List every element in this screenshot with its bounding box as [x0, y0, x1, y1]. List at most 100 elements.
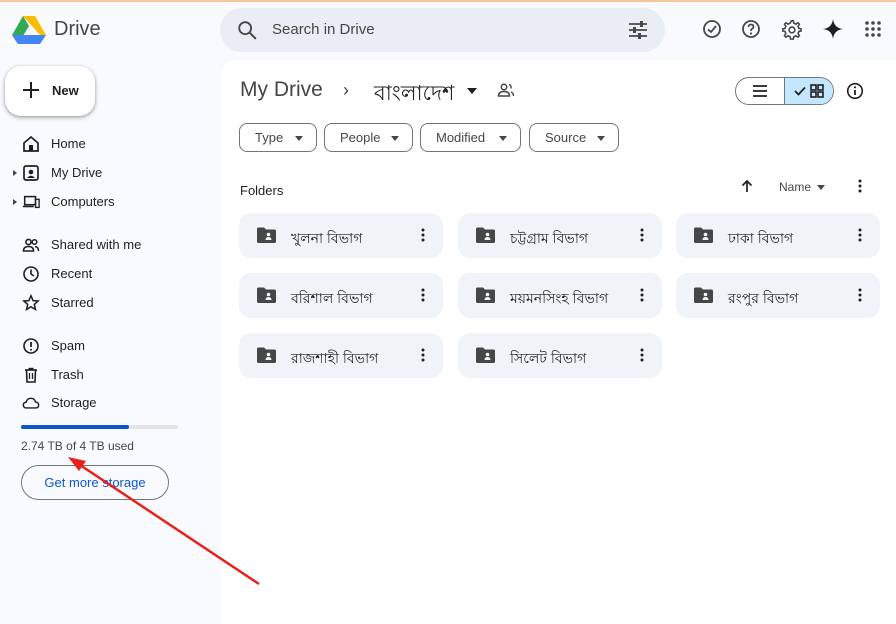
more-vertical-icon[interactable]: [634, 287, 650, 303]
expand-caret-icon[interactable]: [12, 168, 18, 178]
storage-usage-text: 2.74 TB of 4 TB used: [21, 439, 134, 453]
sidebar-item-recent[interactable]: Recent: [10, 262, 210, 286]
more-vertical-icon[interactable]: [852, 287, 868, 303]
folder-card[interactable]: চট্টগ্রাম বিভাগ: [458, 213, 662, 258]
filter-label: Source: [545, 130, 587, 145]
list-icon: [753, 85, 767, 97]
shared-icon: [22, 238, 40, 252]
breadcrumb-current-folder[interactable]: বাংলাদেশ: [374, 77, 454, 112]
chevron-down-icon: [499, 136, 507, 141]
search-icon[interactable]: [236, 19, 258, 41]
chevron-down-icon: [597, 136, 605, 141]
filter-people-chip[interactable]: People: [324, 123, 413, 152]
get-more-storage-button[interactable]: Get more storage: [21, 465, 169, 500]
sidebar-item-label: Shared with me: [51, 237, 142, 252]
app-name: Drive: [54, 17, 101, 40]
filter-label: Modified: [436, 130, 486, 145]
folder-name: ময়মনসিংহ বিভাগ: [510, 290, 609, 306]
folder-card[interactable]: বরিশাল বিভাগ: [239, 273, 443, 318]
clock-icon: [23, 266, 39, 282]
checked-grid-icon: [794, 84, 824, 98]
cloud-icon: [22, 397, 40, 409]
sort-direction-arrow-up-icon[interactable]: [739, 178, 755, 194]
sidebar-item-label: Spam: [51, 338, 85, 353]
shared-folder-icon: [257, 227, 276, 243]
list-view-button[interactable]: [736, 78, 784, 104]
storage-usage-fill: [21, 425, 129, 429]
folder-name: খুলনা বিভাগ: [291, 230, 363, 246]
help-icon[interactable]: [740, 18, 762, 40]
drive-logo[interactable]: Drive: [12, 14, 101, 44]
breadcrumb-separator: ›: [343, 80, 349, 100]
computers-icon: [22, 195, 40, 209]
sort-by-name-button[interactable]: Name: [779, 180, 811, 194]
filter-label: People: [340, 130, 381, 145]
new-button-label: New: [52, 83, 79, 98]
filter-type-chip[interactable]: Type: [239, 123, 317, 152]
chevron-down-icon[interactable]: [817, 185, 825, 190]
shared-folder-icon: [257, 287, 276, 303]
filter-source-chip[interactable]: Source: [529, 123, 619, 152]
shared-folder-icon: [476, 347, 495, 363]
more-vertical-icon[interactable]: [852, 227, 868, 243]
more-vertical-icon[interactable]: [634, 227, 650, 243]
sidebar-item-shared-with-me[interactable]: Shared with me: [10, 233, 210, 257]
shared-folder-icon: [694, 287, 713, 303]
more-vertical-icon[interactable]: [415, 347, 431, 363]
folder-card[interactable]: সিলেট বিভাগ: [458, 333, 662, 378]
plus-icon: [23, 82, 39, 98]
folders-section-heading: Folders: [240, 183, 284, 198]
shared-folder-icon[interactable]: [497, 82, 515, 98]
shared-folder-icon: [694, 227, 713, 243]
filter-modified-chip[interactable]: Modified: [420, 123, 521, 152]
spam-icon: [23, 338, 39, 354]
sidebar-item-label: Storage: [51, 395, 97, 410]
folder-name: সিলেট বিভাগ: [510, 350, 587, 366]
shared-folder-icon: [257, 347, 276, 363]
sidebar-item-trash[interactable]: Trash: [10, 363, 210, 387]
filter-label: Type: [255, 130, 284, 145]
sidebar-item-label: Trash: [51, 367, 84, 382]
folder-card[interactable]: খুলনা বিভাগ: [239, 213, 443, 258]
sidebar-item-home[interactable]: Home: [10, 132, 210, 156]
sidebar-item-storage[interactable]: Storage: [10, 391, 210, 415]
expand-caret-icon[interactable]: [12, 197, 18, 207]
sidebar-item-label: Computers: [51, 194, 115, 209]
sidebar-item-starred[interactable]: Starred: [10, 291, 210, 315]
sidebar-item-label: Home: [51, 136, 86, 151]
gemini-sparkle-icon[interactable]: [822, 18, 844, 40]
folder-actions-dropdown-icon[interactable]: [467, 88, 477, 94]
more-vertical-icon[interactable]: [634, 347, 650, 363]
sidebar-item-computers[interactable]: Computers: [10, 190, 210, 214]
more-vertical-icon[interactable]: [415, 227, 431, 243]
sidebar-item-my-drive[interactable]: My Drive: [10, 161, 210, 185]
folder-card[interactable]: রংপুর বিভাগ: [676, 273, 880, 318]
storage-usage-bar: [21, 425, 178, 429]
trash-icon: [25, 367, 37, 383]
more-vertical-icon[interactable]: [852, 178, 868, 194]
info-icon[interactable]: [846, 82, 864, 100]
top-border: [0, 0, 896, 2]
folder-name: বরিশাল বিভাগ: [291, 290, 373, 306]
settings-icon[interactable]: [780, 18, 802, 40]
chevron-down-icon: [391, 136, 399, 141]
search-options-icon[interactable]: [627, 20, 649, 40]
ready-for-offline-icon[interactable]: [701, 18, 723, 40]
chevron-down-icon: [295, 136, 303, 141]
sidebar-item-spam[interactable]: Spam: [10, 334, 210, 358]
view-toggle: [735, 77, 834, 105]
search-bar[interactable]: Search in Drive: [220, 8, 665, 52]
search-input[interactable]: Search in Drive: [272, 21, 375, 38]
folder-card[interactable]: রাজশাহী বিভাগ: [239, 333, 443, 378]
apps-grid-icon[interactable]: [862, 18, 884, 40]
grid-view-button[interactable]: [784, 78, 833, 104]
folder-card[interactable]: ঢাকা বিভাগ: [676, 213, 880, 258]
folder-name: ঢাকা বিভাগ: [728, 230, 794, 246]
sidebar-item-label: Starred: [51, 295, 94, 310]
breadcrumb-my-drive[interactable]: My Drive: [240, 78, 323, 102]
folder-name: চট্টগ্রাম বিভাগ: [510, 230, 589, 246]
new-button[interactable]: New: [5, 66, 95, 116]
shared-folder-icon: [476, 287, 495, 303]
folder-card[interactable]: ময়মনসিংহ বিভাগ: [458, 273, 662, 318]
more-vertical-icon[interactable]: [415, 287, 431, 303]
